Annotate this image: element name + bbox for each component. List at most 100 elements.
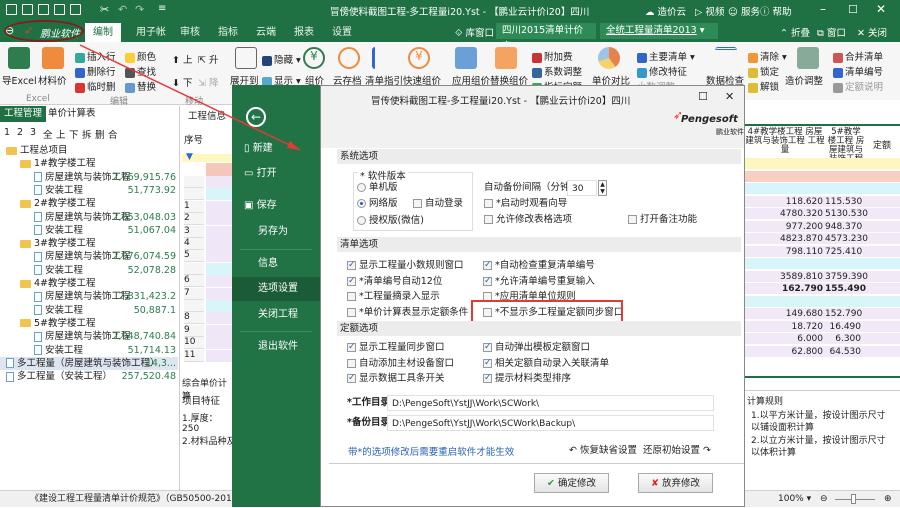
checkbox-box[interactable]	[347, 358, 356, 368]
close-project-button[interactable]: ✕ 关闭	[857, 25, 887, 39]
wizard-box[interactable]	[484, 199, 493, 208]
maximize-button[interactable]: ☐	[848, 3, 858, 16]
cost-adjust-button[interactable]: 造价调整	[785, 73, 823, 87]
insert-row-button[interactable]: 插入行	[75, 49, 116, 63]
quantity-row[interactable]	[745, 295, 900, 308]
root-row[interactable]	[206, 163, 232, 176]
tree-item[interactable]: 房屋建筑与装饰工程 2,769,915.76	[0, 171, 178, 184]
checkbox-box[interactable]	[347, 292, 356, 301]
quantity-row[interactable]: 977.200 948.370	[745, 220, 900, 233]
option-checkbox[interactable]: *允许清单编号重复输入	[483, 275, 595, 288]
tree-item[interactable]: 房屋建筑与装饰工程 2,976,074.59	[0, 250, 178, 263]
window-button[interactable]: ⧉ 窗口	[817, 25, 846, 39]
option-checkbox[interactable]: 显示工程量小数规则窗口	[347, 259, 464, 272]
tab-ledger[interactable]: 用子帐	[128, 23, 174, 42]
material-price-button[interactable]: 材料价	[38, 73, 67, 87]
close-window-button[interactable]: ✕	[876, 2, 886, 16]
backup-dir-input[interactable]: D:\PengeSoft\YstJJ\Work\SCWork\Backup\	[387, 415, 714, 431]
radio-network-control[interactable]	[357, 199, 366, 208]
service-link[interactable]: ☺ 服务	[728, 4, 760, 18]
tab-report[interactable]: 报表	[286, 23, 322, 42]
replace-button[interactable]: 替换	[125, 79, 156, 93]
checkbox-box[interactable]	[347, 341, 356, 353]
menu-options[interactable]: 选项设置	[232, 277, 320, 301]
backup-interval-input[interactable]: 30	[567, 180, 597, 196]
work-dir-input[interactable]: D:\PengeSoft\YstJJ\Work\SCWork\	[387, 395, 714, 411]
bill-number-button[interactable]: 清单编号	[833, 64, 883, 78]
downgrade-button[interactable]: ⇲ 降	[198, 75, 219, 89]
move-up-button[interactable]: ⬆ 上	[172, 52, 193, 66]
tree-item[interactable]: 安装工程 51,067.04	[0, 224, 178, 237]
menu-open[interactable]: ▭ 打开	[232, 162, 320, 186]
quota-lib-select[interactable]: 四川2015清单计价定... ▾	[496, 23, 596, 52]
dialog-maximize-button[interactable]: ☐	[698, 90, 708, 103]
dialog-close-button[interactable]: ✕	[725, 90, 734, 103]
checkbox-box[interactable]	[483, 341, 492, 353]
fold-button[interactable]: ⌃ 折叠	[780, 25, 810, 39]
notes-box[interactable]	[628, 215, 637, 224]
surcharge-button[interactable]: 附加费	[532, 49, 573, 63]
radio-network[interactable]: 网络版	[357, 198, 398, 210]
tree-item[interactable]: 多工程量（安装工程） 257,520.48	[0, 370, 178, 383]
backup-interval-spinner[interactable]: ▲ ▼	[598, 180, 607, 196]
tree-item[interactable]: 安装工程 51,773.92	[0, 184, 178, 197]
option-checkbox[interactable]: *工程量摘录入显示	[347, 291, 440, 303]
wizard-checkbox[interactable]: *启动时观看向导	[484, 198, 567, 210]
quota-explain-button[interactable]: 定额说明	[833, 79, 883, 93]
quantity-row[interactable]	[745, 158, 900, 170]
radio-standalone[interactable]: 单机版	[357, 182, 398, 194]
notes-checkbox[interactable]: 打开备注功能	[628, 214, 697, 226]
tree-item[interactable]: 1#教学楼工程	[0, 157, 178, 170]
cut-icon[interactable]: ✂	[100, 3, 109, 16]
quantity-row[interactable]: 162.790 155.490	[745, 283, 900, 295]
quantity-row[interactable]: 149.680 152.790	[745, 308, 900, 320]
option-checkbox[interactable]: 显示工程量同步窗口	[347, 341, 445, 354]
menu-exit[interactable]: 退出软件	[232, 335, 320, 359]
minimize-button[interactable]: –	[820, 2, 826, 16]
modify-feature-button[interactable]: 修改特征	[637, 64, 687, 78]
allow-edit-box[interactable]	[484, 215, 493, 224]
auto-login-checkbox[interactable]: 自动登录	[413, 198, 463, 210]
option-checkbox[interactable]: *清单编号自动12位	[347, 275, 442, 288]
radio-licensed[interactable]: 授权版(微信)	[357, 215, 424, 227]
quantity-row[interactable]: 798.110 725.410	[745, 245, 900, 258]
option-checkbox[interactable]: 提示材料类型排序	[483, 372, 571, 385]
coef-adjust-button[interactable]: 系数调整	[532, 64, 582, 78]
quantity-row[interactable]	[745, 183, 900, 195]
option-checkbox[interactable]: 自动添加主材设备窗口	[347, 358, 454, 370]
tree-item[interactable]: 安装工程 51,714.13	[0, 344, 178, 357]
checkbox-box[interactable]	[347, 372, 356, 384]
option-checkbox[interactable]: 相关定额自动录入关联清单	[483, 357, 609, 370]
tree-item[interactable]: 房屋建筑与装饰工程 2,948,740.84	[0, 330, 178, 343]
quantity-row[interactable]: 4823.870 4573.230	[745, 233, 900, 245]
quantity-row[interactable]	[745, 258, 900, 270]
tree-item[interactable]: 安装工程 52,078.28	[0, 264, 178, 277]
move-down-button[interactable]: ⬇ 下	[172, 75, 193, 89]
menu-info[interactable]: 信息	[232, 252, 320, 276]
tree-item[interactable]: 4#教学楼工程	[0, 277, 178, 290]
restore-initial-button[interactable]: 还原初始设置 ↷	[643, 445, 711, 457]
checkbox-box[interactable]	[347, 275, 356, 287]
quantity-row[interactable]: 4780.320 5130.530	[745, 208, 900, 220]
tab-settings[interactable]: 设置	[324, 23, 360, 42]
menu-close-project[interactable]: 关闭工程	[232, 303, 320, 327]
checkbox-box[interactable]	[483, 357, 492, 369]
save-icon[interactable]	[38, 4, 49, 15]
quantity-row[interactable]: 18.720 16.490	[745, 320, 900, 333]
tab-edit[interactable]: 编制	[85, 23, 121, 42]
zoom-select[interactable]: 100% ▾	[778, 491, 811, 508]
checkbox-box[interactable]	[483, 259, 492, 271]
checkbox-box[interactable]	[347, 259, 356, 271]
customize-icon[interactable]: ≡	[158, 3, 166, 14]
zoom-out-icon[interactable]: ⊖	[820, 491, 828, 508]
tree-item[interactable]: 2#教学楼工程	[0, 197, 178, 210]
option-checkbox[interactable]: 自动弹出模板定额窗口	[483, 341, 590, 354]
tree-item[interactable]: 5#教学楼工程	[0, 317, 178, 330]
unlock-button[interactable]: 解锁	[748, 79, 779, 93]
upgrade-button[interactable]: ⇱ 升	[198, 52, 219, 66]
cloud-link[interactable]: ☁ 造价云	[645, 4, 686, 18]
lock-button[interactable]: 锁定	[748, 64, 779, 78]
tree-item[interactable]: 3#教学楼工程	[0, 237, 178, 250]
zoom-slider-thumb[interactable]	[851, 494, 856, 504]
temp-delete-button[interactable]: 临时删	[75, 79, 116, 93]
